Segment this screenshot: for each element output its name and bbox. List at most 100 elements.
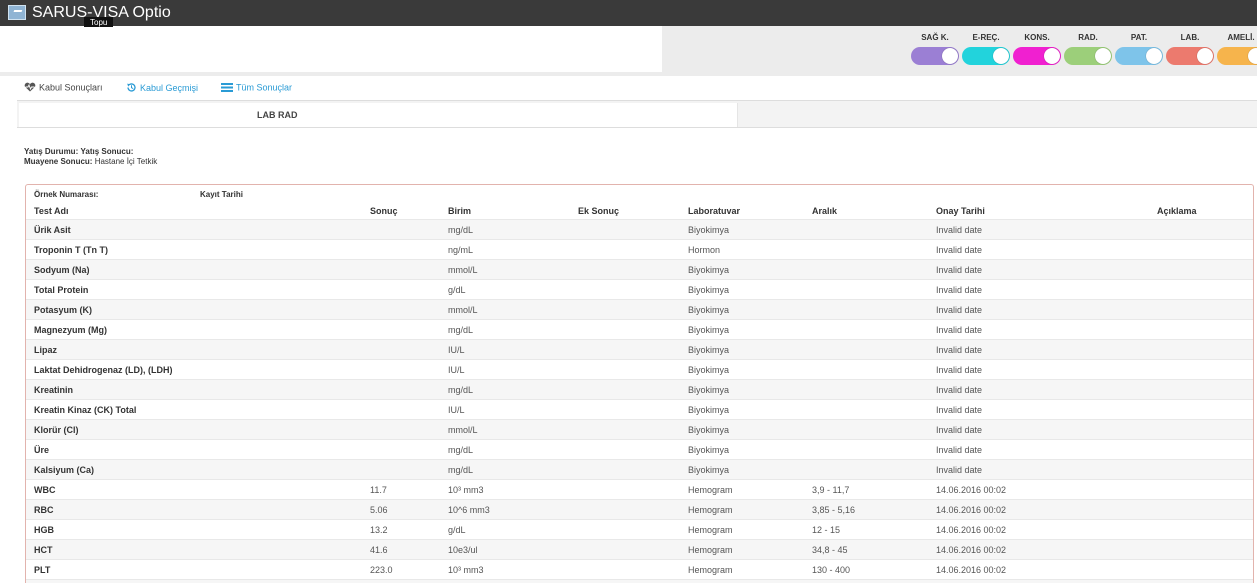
column-header[interactable]: Onay Tarihi — [936, 203, 1107, 220]
table-cell: Invalid date — [936, 240, 1107, 260]
table-row[interactable]: MCH26.1pgHemogram27 - 3114.06.2016 00:02 — [26, 580, 1253, 583]
table-cell: Invalid date — [936, 440, 1107, 460]
table-row[interactable]: RBC5.0610^6 mm3Hemogram3,85 - 5,1614.06.… — [26, 500, 1253, 520]
table-cell: Biyokimya — [688, 300, 812, 320]
heartbeat-icon — [24, 82, 36, 94]
table-cell: Hemogram — [688, 480, 812, 500]
table-cell — [370, 280, 448, 300]
table-cell — [578, 420, 688, 440]
toggle-switch[interactable] — [1217, 47, 1257, 65]
tab-kabul-gecmisi[interactable]: Kabul Geçmişi — [126, 82, 198, 95]
table-row[interactable]: HGB13.2g/dLHemogram12 - 1514.06.2016 00:… — [26, 520, 1253, 540]
list-icon — [221, 82, 233, 94]
table-cell: HCT — [26, 540, 370, 560]
lab-results-panel: Örnek Numarası: Kayıt Tarihi Test Adı So… — [25, 184, 1254, 583]
toggle-switch[interactable] — [1013, 47, 1061, 65]
table-cell — [1107, 580, 1253, 583]
table-cell — [1107, 340, 1253, 360]
table-cell — [812, 300, 936, 320]
table-row[interactable]: Laktat Dehidrogenaz (LD), (LDH)IU/LBiyok… — [26, 360, 1253, 380]
table-cell — [1107, 420, 1253, 440]
table-cell — [578, 580, 688, 583]
table-row[interactable]: Kalsiyum (Ca)mg/dLBiyokimyaInvalid date — [26, 460, 1253, 480]
table-cell: IU/L — [448, 340, 578, 360]
column-header[interactable]: Test Adı — [26, 203, 370, 220]
table-cell: 14.06.2016 00:02 — [936, 580, 1107, 583]
module-toggle: E-REÇ. — [961, 33, 1011, 65]
table-cell: Potasyum (K) — [26, 300, 370, 320]
table-cell: Kreatin Kinaz (CK) Total — [26, 400, 370, 420]
table-row[interactable]: Sodyum (Na)mmol/LBiyokimyaInvalid date — [26, 260, 1253, 280]
tab-label: Tüm Sonuçlar — [236, 82, 292, 92]
table-row[interactable]: Potasyum (K)mmol/LBiyokimyaInvalid date — [26, 300, 1253, 320]
toggle-label: SAĞ K. — [910, 33, 960, 43]
column-header[interactable]: Açıklama — [1107, 203, 1253, 220]
toggle-label: AMELİ. — [1216, 33, 1257, 43]
table-cell: 130 - 400 — [812, 560, 936, 580]
table-cell: Hemogram — [688, 560, 812, 580]
table-row[interactable]: Üremg/dLBiyokimyaInvalid date — [26, 440, 1253, 460]
table-cell — [812, 360, 936, 380]
table-row[interactable]: Ürik Asitmg/dLBiyokimyaInvalid date — [26, 220, 1253, 240]
table-cell: 14.06.2016 00:02 — [936, 480, 1107, 500]
tab-label: Kabul Geçmişi — [140, 83, 198, 93]
table-cell — [578, 520, 688, 540]
table-cell: IU/L — [448, 360, 578, 380]
table-cell: Hormon — [688, 240, 812, 260]
toggle-switch[interactable] — [1166, 47, 1214, 65]
table-row[interactable]: Total Proteing/dLBiyokimyaInvalid date — [26, 280, 1253, 300]
toggle-knob — [993, 48, 1009, 64]
tab-tum-sonuclar[interactable]: Tüm Sonuçlar — [221, 82, 292, 94]
table-row[interactable]: HCT41.610e3/ulHemogram34,8 - 4514.06.201… — [26, 540, 1253, 560]
table-cell — [812, 320, 936, 340]
toggle-label: KONS. — [1012, 33, 1062, 43]
table-cell: Biyokimya — [688, 320, 812, 340]
table-cell: 3,9 - 11,7 — [812, 480, 936, 500]
table-row[interactable]: WBC11.710³ mm3Hemogram3,9 - 11,714.06.20… — [26, 480, 1253, 500]
table-cell: mmol/L — [448, 420, 578, 440]
column-header[interactable]: Sonuç — [370, 203, 448, 220]
toggle-knob — [1146, 48, 1162, 64]
sample-number-label: Örnek Numarası: — [34, 190, 98, 199]
toggle-switch[interactable] — [1064, 47, 1112, 65]
table-row[interactable]: Klorür (Cl)mmol/LBiyokimyaInvalid date — [26, 420, 1253, 440]
table-cell — [578, 260, 688, 280]
column-header[interactable]: Birim — [448, 203, 578, 220]
table-cell — [578, 400, 688, 420]
examination-result-line: Muayene Sonucu: Hastane İçi Tetkik — [24, 157, 157, 167]
table-cell: Invalid date — [936, 280, 1107, 300]
subtab-lab-rad[interactable]: LAB RAD — [19, 103, 738, 127]
table-cell: mg/dL — [448, 220, 578, 240]
table-cell: HGB — [26, 520, 370, 540]
table-cell — [578, 500, 688, 520]
table-cell — [578, 540, 688, 560]
table-cell — [578, 300, 688, 320]
table-row[interactable]: Kreatin Kinaz (CK) TotalIU/LBiyokimyaInv… — [26, 400, 1253, 420]
table-row[interactable]: Kreatininmg/dLBiyokimyaInvalid date — [26, 380, 1253, 400]
table-cell: Invalid date — [936, 220, 1107, 240]
column-header[interactable]: Ek Sonuç — [578, 203, 688, 220]
table-cell: Kreatinin — [26, 380, 370, 400]
toggle-switch[interactable] — [911, 47, 959, 65]
table-cell — [370, 220, 448, 240]
column-header[interactable]: Laboratuvar — [688, 203, 812, 220]
module-toggle: PAT. — [1114, 33, 1164, 65]
table-cell: Invalid date — [936, 400, 1107, 420]
app-logo-icon — [8, 5, 26, 20]
toggle-switch[interactable] — [962, 47, 1010, 65]
table-row[interactable]: Magnezyum (Mg)mg/dLBiyokimyaInvalid date — [26, 320, 1253, 340]
toggle-switch[interactable] — [1115, 47, 1163, 65]
table-cell: 223.0 — [370, 560, 448, 580]
table-cell: Invalid date — [936, 340, 1107, 360]
table-cell — [578, 460, 688, 480]
history-icon — [126, 82, 137, 95]
table-cell: MCH — [26, 580, 370, 583]
table-row[interactable]: PLT223.010³ mm3Hemogram130 - 40014.06.20… — [26, 560, 1253, 580]
table-row[interactable]: LipazIU/LBiyokimyaInvalid date — [26, 340, 1253, 360]
tab-kabul-sonuclari[interactable]: Kabul Sonuçları — [24, 82, 103, 94]
table-cell — [578, 380, 688, 400]
column-header[interactable]: Aralık — [812, 203, 936, 220]
table-cell — [1107, 460, 1253, 480]
table-row[interactable]: Troponin T (Tn T)ng/mLHormonInvalid date — [26, 240, 1253, 260]
table-cell: Invalid date — [936, 380, 1107, 400]
